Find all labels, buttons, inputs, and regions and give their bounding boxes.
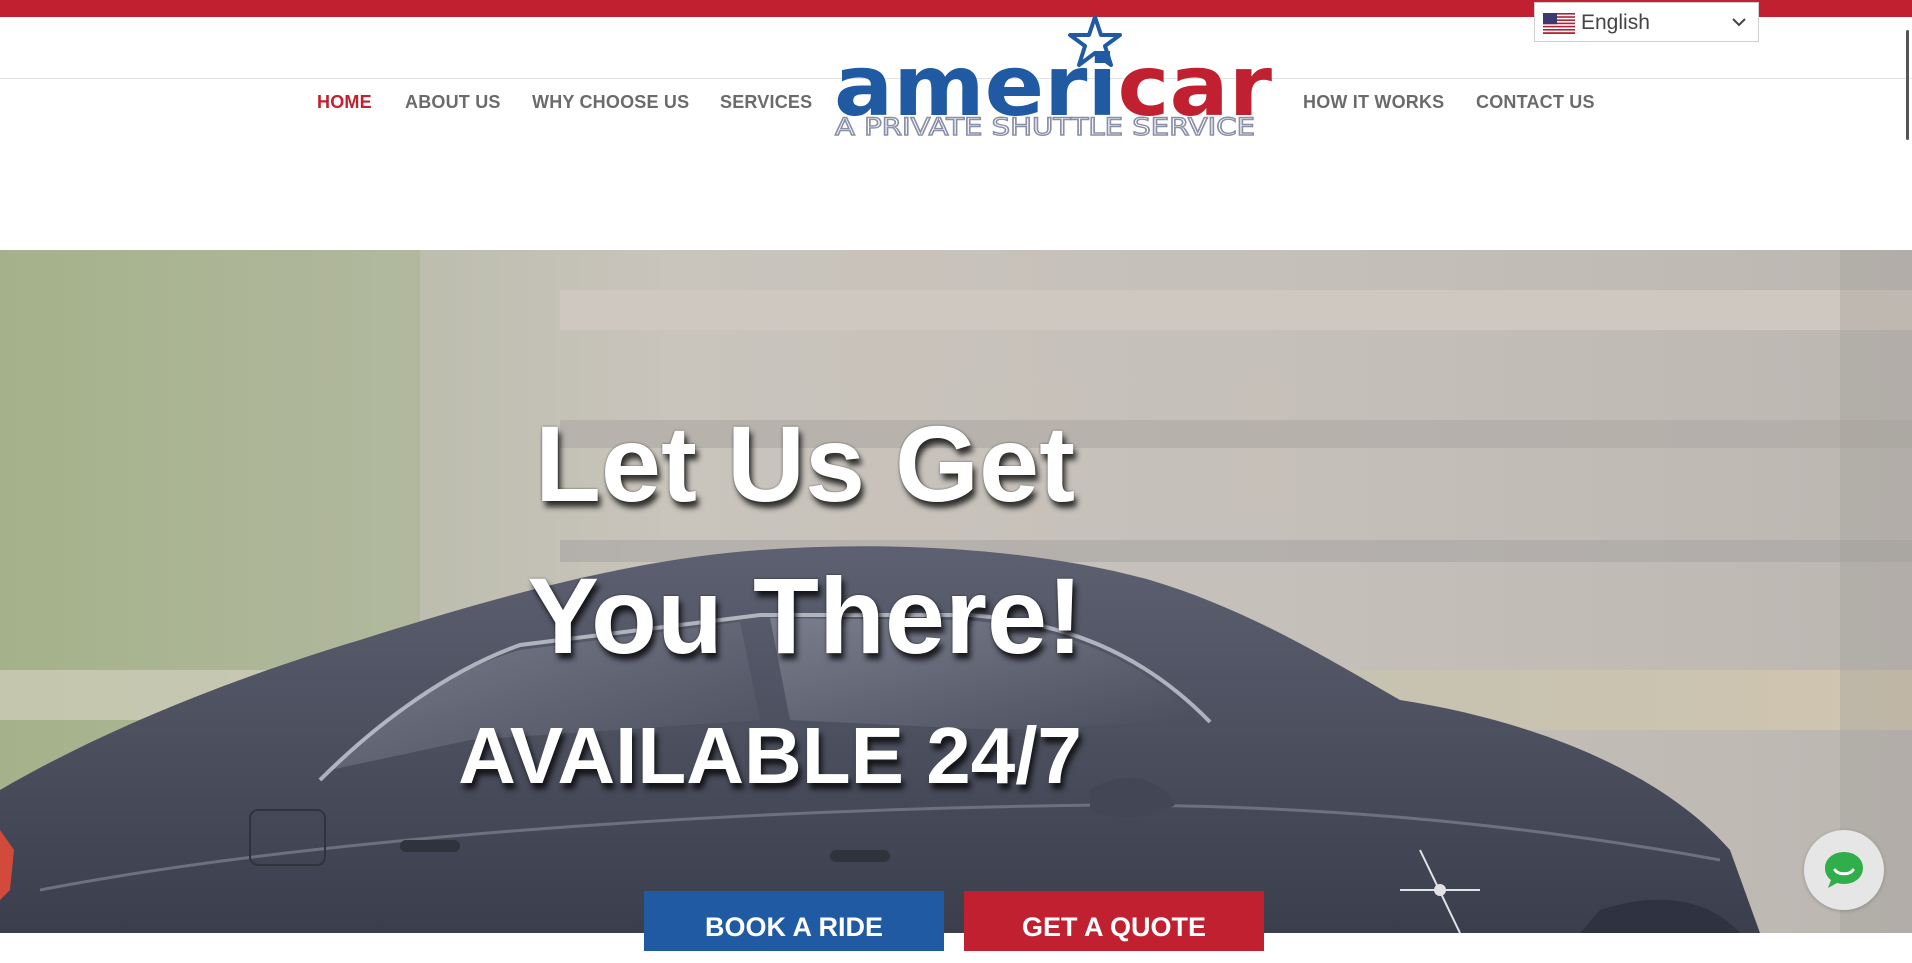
nav-how-it-works[interactable]: HOW IT WORKS bbox=[1303, 92, 1444, 113]
hero-section: Let Us Get You There! AVAILABLE 24/7 bbox=[0, 250, 1912, 933]
scrollbar-thumb[interactable] bbox=[1906, 30, 1909, 140]
book-a-ride-button[interactable]: BOOK A RIDE bbox=[644, 891, 944, 951]
get-a-quote-button[interactable]: GET A QUOTE bbox=[964, 891, 1264, 951]
hero-title-line-1: Let Us Get bbox=[534, 403, 1076, 524]
chat-bubble-icon bbox=[1825, 852, 1863, 888]
nav-about-us[interactable]: ABOUT US bbox=[405, 92, 501, 113]
chevron-down-icon bbox=[1732, 18, 1746, 27]
logo-tagline: A PRIVATE SHUTTLE SERVICE bbox=[835, 113, 1255, 141]
logo-graphic: ameri car A PRIVATE SHUTTLE SERVICE bbox=[834, 15, 1272, 142]
nav-services[interactable]: SERVICES bbox=[720, 92, 812, 113]
hero-title-line-2: You There! bbox=[526, 555, 1084, 676]
americar-logo[interactable]: ameri car A PRIVATE SHUTTLE SERVICE bbox=[832, 15, 1272, 145]
language-label: English bbox=[1581, 11, 1650, 34]
language-select[interactable]: English bbox=[1534, 2, 1759, 42]
hero-subtitle: AVAILABLE 24/7 bbox=[458, 711, 1082, 800]
nav-why-choose-us[interactable]: WHY CHOOSE US bbox=[532, 92, 689, 113]
nav-contact-us[interactable]: CONTACT US bbox=[1476, 92, 1595, 113]
us-flag-icon bbox=[1543, 13, 1575, 34]
chat-button[interactable] bbox=[1804, 830, 1884, 910]
nav-home[interactable]: HOME bbox=[317, 92, 372, 113]
